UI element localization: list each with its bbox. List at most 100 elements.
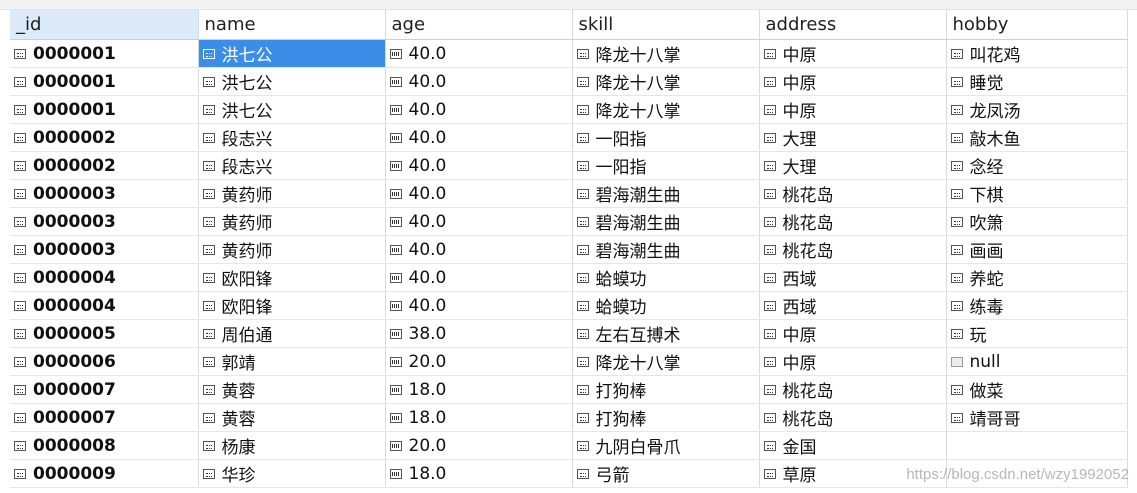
- cell-name[interactable]: 欧阳锋: [198, 263, 386, 292]
- column-header-hobby[interactable]: hobby: [946, 10, 1128, 40]
- table-row[interactable]: 0000001 洪七公 40.0 降龙十八掌 中原 叫花鸡: [10, 39, 1128, 68]
- table-row[interactable]: 0000008 杨康 20.0 九阴白骨爪 金国: [10, 431, 1128, 460]
- cell-name[interactable]: 华珍: [198, 459, 386, 488]
- cell-hobby[interactable]: 下棋: [946, 179, 1128, 208]
- cell-hobby[interactable]: 靖哥哥: [946, 403, 1128, 432]
- cell-age[interactable]: 40.0: [385, 207, 573, 236]
- cell-address[interactable]: 桃花岛: [759, 179, 947, 208]
- cell-address[interactable]: 大理: [759, 123, 947, 152]
- cell-name[interactable]: 黄药师: [198, 179, 386, 208]
- cell-address[interactable]: 大理: [759, 151, 947, 180]
- cell-address[interactable]: 中原: [759, 39, 947, 68]
- column-header-skill[interactable]: skill: [572, 10, 760, 40]
- cell-id[interactable]: 0000008: [10, 431, 199, 460]
- cell-address[interactable]: 西域: [759, 263, 947, 292]
- cell-name[interactable]: 黄药师: [198, 207, 386, 236]
- cell-hobby[interactable]: 做菜: [946, 375, 1128, 404]
- cell-age[interactable]: 38.0: [385, 319, 573, 348]
- cell-id[interactable]: 0000001: [10, 67, 199, 96]
- cell-id[interactable]: 0000004: [10, 291, 199, 320]
- cell-age[interactable]: 18.0: [385, 459, 573, 488]
- cell-age[interactable]: 20.0: [385, 347, 573, 376]
- cell-name[interactable]: 黄药师: [198, 235, 386, 264]
- cell-address[interactable]: 桃花岛: [759, 235, 947, 264]
- cell-address[interactable]: 西域: [759, 291, 947, 320]
- cell-name[interactable]: 段志兴: [198, 151, 386, 180]
- cell-id[interactable]: 0000001: [10, 39, 199, 68]
- cell-skill[interactable]: 九阴白骨爪: [572, 431, 760, 460]
- cell-age[interactable]: 40.0: [385, 291, 573, 320]
- cell-id[interactable]: 0000007: [10, 403, 199, 432]
- table-row[interactable]: 0000001 洪七公 40.0 降龙十八掌 中原 龙凤汤: [10, 95, 1128, 124]
- table-row[interactable]: 0000005 周伯通 38.0 左右互搏术 中原 玩: [10, 319, 1128, 348]
- cell-address[interactable]: 桃花岛: [759, 375, 947, 404]
- cell-hobby[interactable]: 叫花鸡: [946, 39, 1128, 68]
- cell-skill[interactable]: 一阳指: [572, 151, 760, 180]
- cell-name[interactable]: 洪七公: [198, 67, 386, 96]
- table-row[interactable]: 0000004 欧阳锋 40.0 蛤蟆功 西域 养蛇: [10, 263, 1128, 292]
- cell-hobby[interactable]: [946, 431, 1128, 460]
- cell-skill[interactable]: 蛤蟆功: [572, 291, 760, 320]
- column-header-id[interactable]: _id: [10, 10, 199, 40]
- cell-id[interactable]: 0000006: [10, 347, 199, 376]
- cell-id[interactable]: 0000003: [10, 235, 199, 264]
- cell-hobby[interactable]: 画画: [946, 235, 1128, 264]
- cell-hobby[interactable]: 龙凤汤: [946, 95, 1128, 124]
- cell-name[interactable]: 杨康: [198, 431, 386, 460]
- cell-age[interactable]: 40.0: [385, 123, 573, 152]
- cell-skill[interactable]: 弓箭: [572, 459, 760, 488]
- cell-age[interactable]: 40.0: [385, 179, 573, 208]
- cell-name[interactable]: 洪七公: [198, 39, 386, 68]
- cell-hobby[interactable]: 敲木鱼: [946, 123, 1128, 152]
- cell-age[interactable]: 40.0: [385, 235, 573, 264]
- column-header-age[interactable]: age: [385, 10, 573, 40]
- cell-age[interactable]: 40.0: [385, 263, 573, 292]
- cell-id[interactable]: 0000003: [10, 179, 199, 208]
- cell-id[interactable]: 0000009: [10, 459, 199, 488]
- cell-hobby[interactable]: 养蛇: [946, 263, 1128, 292]
- cell-age[interactable]: 40.0: [385, 95, 573, 124]
- table-row[interactable]: 0000002 段志兴 40.0 一阳指 大理 敲木鱼: [10, 123, 1128, 152]
- cell-skill[interactable]: 打狗棒: [572, 375, 760, 404]
- column-header-address[interactable]: address: [759, 10, 947, 40]
- table-row[interactable]: 0000007 黄蓉 18.0 打狗棒 桃花岛 做菜: [10, 375, 1128, 404]
- cell-name[interactable]: 洪七公: [198, 95, 386, 124]
- cell-hobby[interactable]: null: [946, 347, 1128, 376]
- cell-age[interactable]: 40.0: [385, 151, 573, 180]
- cell-id[interactable]: 0000003: [10, 207, 199, 236]
- cell-name[interactable]: 段志兴: [198, 123, 386, 152]
- cell-skill[interactable]: 蛤蟆功: [572, 263, 760, 292]
- cell-age[interactable]: 20.0: [385, 431, 573, 460]
- table-row[interactable]: 0000004 欧阳锋 40.0 蛤蟆功 西域 练毒: [10, 291, 1128, 320]
- cell-id[interactable]: 0000001: [10, 95, 199, 124]
- cell-address[interactable]: 桃花岛: [759, 207, 947, 236]
- table-row[interactable]: 0000003 黄药师 40.0 碧海潮生曲 桃花岛 吹箫: [10, 207, 1128, 236]
- cell-hobby[interactable]: 睡觉: [946, 67, 1128, 96]
- cell-skill[interactable]: 降龙十八掌: [572, 347, 760, 376]
- cell-name[interactable]: 欧阳锋: [198, 291, 386, 320]
- cell-hobby[interactable]: 念经: [946, 151, 1128, 180]
- table-row[interactable]: 0000007 黄蓉 18.0 打狗棒 桃花岛 靖哥哥: [10, 403, 1128, 432]
- cell-name[interactable]: 黄蓉: [198, 403, 386, 432]
- cell-name[interactable]: 周伯通: [198, 319, 386, 348]
- cell-hobby[interactable]: 练毒: [946, 291, 1128, 320]
- cell-age[interactable]: 18.0: [385, 375, 573, 404]
- cell-id[interactable]: 0000007: [10, 375, 199, 404]
- cell-age[interactable]: 40.0: [385, 39, 573, 68]
- cell-hobby[interactable]: 吹箫: [946, 207, 1128, 236]
- cell-address[interactable]: 中原: [759, 67, 947, 96]
- cell-skill[interactable]: 左右互搏术: [572, 319, 760, 348]
- table-row[interactable]: 0000006 郭靖 20.0 降龙十八掌 中原 null: [10, 347, 1128, 376]
- table-row[interactable]: 0000002 段志兴 40.0 一阳指 大理 念经: [10, 151, 1128, 180]
- table-row[interactable]: 0000003 黄药师 40.0 碧海潮生曲 桃花岛 下棋: [10, 179, 1128, 208]
- cell-skill[interactable]: 碧海潮生曲: [572, 207, 760, 236]
- cell-id[interactable]: 0000005: [10, 319, 199, 348]
- cell-id[interactable]: 0000002: [10, 123, 199, 152]
- table-row[interactable]: 0000003 黄药师 40.0 碧海潮生曲 桃花岛 画画: [10, 235, 1128, 264]
- cell-address[interactable]: 中原: [759, 319, 947, 348]
- cell-skill[interactable]: 打狗棒: [572, 403, 760, 432]
- cell-name[interactable]: 黄蓉: [198, 375, 386, 404]
- cell-age[interactable]: 18.0: [385, 403, 573, 432]
- cell-id[interactable]: 0000004: [10, 263, 199, 292]
- cell-skill[interactable]: 降龙十八掌: [572, 67, 760, 96]
